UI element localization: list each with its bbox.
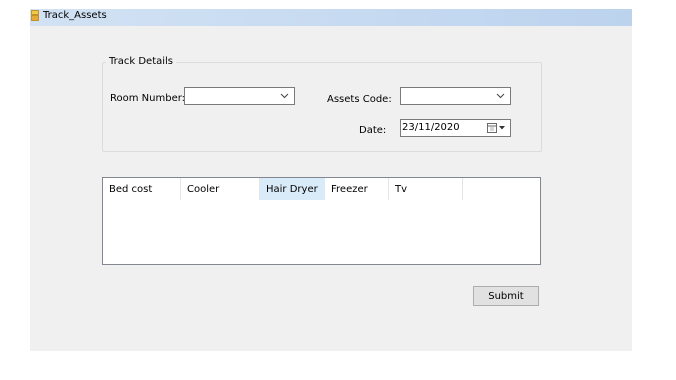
- date-picker[interactable]: 23/11/2020: [400, 119, 511, 137]
- app-icon: [31, 10, 39, 21]
- title-bar: Track_Assets: [30, 9, 632, 26]
- track-assets-window: Track_Assets Track Details Room Number: …: [30, 9, 632, 351]
- window-title: Track_Assets: [43, 10, 107, 21]
- assets-code-combobox[interactable]: [400, 87, 511, 105]
- calendar-icon[interactable]: [486, 122, 508, 134]
- column-header-tv[interactable]: Tv: [389, 178, 463, 200]
- track-details-group: [102, 62, 542, 152]
- assets-code-label: Assets Code:: [327, 94, 392, 105]
- room-number-combobox[interactable]: [184, 87, 295, 105]
- submit-button[interactable]: Submit: [473, 286, 539, 306]
- column-header-hair-dryer[interactable]: Hair Dryer: [260, 178, 325, 200]
- column-header-cooler[interactable]: Cooler: [181, 178, 260, 200]
- chevron-down-icon: [280, 93, 289, 99]
- date-value: 23/11/2020: [402, 122, 460, 133]
- room-number-label: Room Number:: [110, 93, 186, 104]
- column-header-freezer[interactable]: Freezer: [325, 178, 389, 200]
- track-details-legend: Track Details: [106, 56, 177, 67]
- assets-list-view[interactable]: Bed cost Cooler Hair Dryer Freezer Tv: [102, 177, 541, 265]
- date-label: Date:: [359, 125, 387, 136]
- chevron-down-icon: [496, 93, 505, 99]
- column-header-bed-cost[interactable]: Bed cost: [103, 178, 181, 200]
